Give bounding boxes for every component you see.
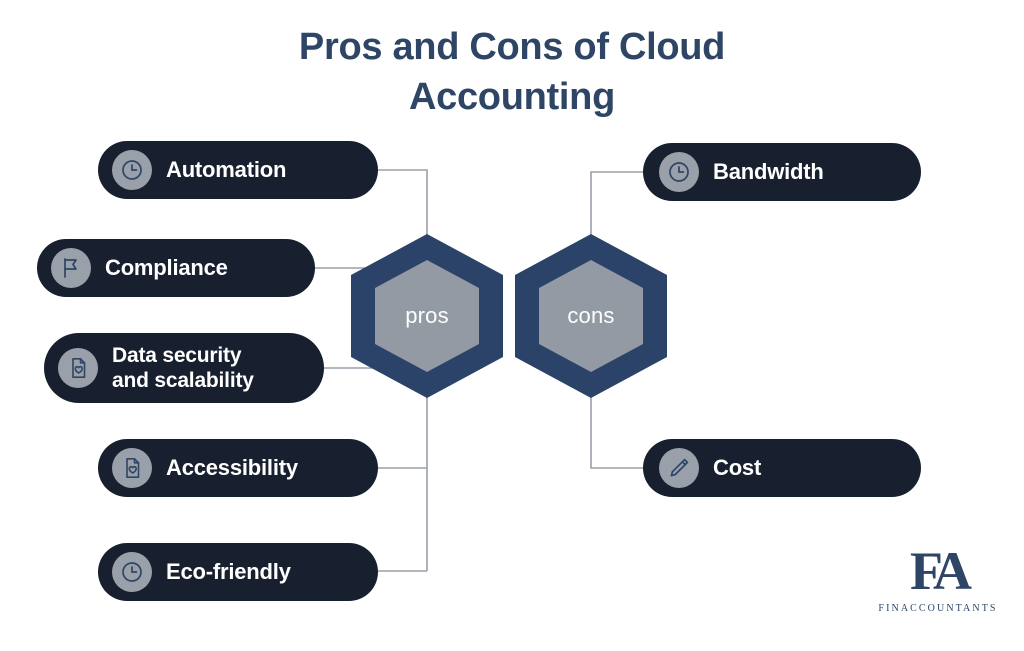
clock-icon bbox=[112, 150, 152, 190]
logo-monogram: FA bbox=[910, 541, 972, 601]
cons-item-label: Cost bbox=[713, 455, 762, 480]
pros-item-label: Accessibility bbox=[166, 455, 298, 480]
hub-cons[interactable]: cons bbox=[515, 234, 667, 398]
cons-item-bandwidth[interactable]: Bandwidth bbox=[643, 143, 921, 201]
connector-bandwidth bbox=[590, 171, 643, 236]
infographic-canvas: Pros and Cons of Cloud Accounting pros c… bbox=[0, 0, 1024, 651]
hub-pros[interactable]: pros bbox=[351, 234, 503, 398]
pros-item-data-security[interactable]: Data security and scalability bbox=[44, 333, 324, 403]
clock-icon bbox=[659, 152, 699, 192]
logo-wordmark: FINACCOUNTANTS bbox=[878, 603, 998, 614]
hub-pros-label: pros bbox=[405, 303, 449, 328]
brand-logo: FA FINACCOUNTANTS bbox=[877, 543, 999, 614]
pros-item-label: Data security and scalability bbox=[112, 344, 254, 392]
flag-icon bbox=[51, 248, 91, 288]
pros-item-label: Automation bbox=[166, 157, 287, 182]
connector-automation bbox=[378, 169, 428, 236]
pencil-icon bbox=[659, 448, 699, 488]
cons-item-cost[interactable]: Cost bbox=[643, 439, 921, 497]
pros-item-automation[interactable]: Automation bbox=[98, 141, 378, 199]
hub-cons-label: cons bbox=[567, 303, 615, 328]
pros-item-compliance[interactable]: Compliance bbox=[37, 239, 315, 297]
pros-item-eco-friendly[interactable]: Eco-friendly bbox=[98, 543, 378, 601]
clock-icon bbox=[112, 552, 152, 592]
document-heart-icon bbox=[112, 448, 152, 488]
cons-item-label: Bandwidth bbox=[713, 159, 824, 184]
pros-item-label: Compliance bbox=[105, 255, 228, 280]
document-heart-icon bbox=[58, 348, 98, 388]
pros-item-accessibility[interactable]: Accessibility bbox=[98, 439, 378, 497]
pros-item-label: Eco-friendly bbox=[166, 559, 291, 584]
